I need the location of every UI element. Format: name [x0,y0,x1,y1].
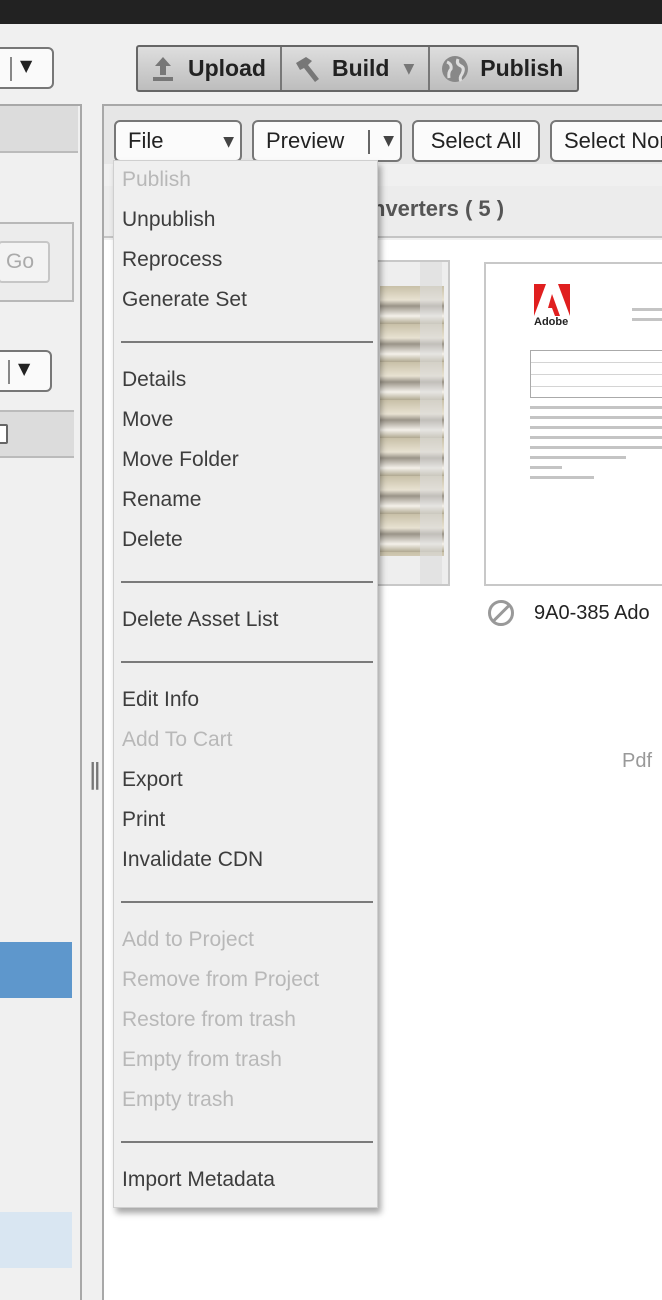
menu-separator [121,341,373,343]
pdf-thumbnail[interactable]: Adobe [484,262,662,586]
publish-button[interactable]: Publish [428,47,577,90]
menu-separator [121,1141,373,1143]
file-menu-label: File [128,128,164,153]
globe-icon [440,54,470,84]
menu-item-details[interactable]: Details [122,368,186,392]
dropdown-separator [8,360,10,384]
search-box: Go [0,222,74,302]
menu-item-move-folder[interactable]: Move Folder [122,448,239,472]
filter-dropdown[interactable]: ▼ [0,350,52,392]
menu-item-add-to-cart: Add To Cart [122,728,233,751]
preview-label: Preview [266,128,345,153]
menu-separator [121,581,373,583]
unpublished-icon [488,600,514,626]
menu-item-unpublish[interactable]: Unpublish [122,208,215,232]
doc-body-text [530,406,662,486]
chevron-down-icon[interactable]: ▼ [18,359,30,378]
hammer-icon [292,54,322,84]
menu-item-import-metadata[interactable]: Import Metadata [122,1168,275,1192]
chevron-down-icon[interactable]: ▼ [383,133,394,149]
menu-item-edit-info[interactable]: Edit Info [122,688,199,712]
menu-item-empty-from-trash: Empty from trash [122,1048,282,1071]
build-button[interactable]: Build ▼ [279,47,428,90]
adobe-logo-text: Adobe [534,316,569,328]
menu-item-generate-set[interactable]: Generate Set [122,288,247,312]
upload-button[interactable]: Upload [138,47,280,90]
thumbnail-overlay [420,262,442,584]
asset-caption: 9A0-385 Ado [484,596,662,636]
chevron-down-icon: ▼ [223,134,234,150]
preview-button[interactable]: Preview ▼ [252,120,402,162]
panel-resize-handle[interactable]: ‖ [88,758,102,790]
main-toolbar: Upload Build ▼ Publish [136,45,580,92]
tree-header [0,410,74,458]
build-label: Build [331,55,390,81]
menu-separator [121,901,373,903]
select-none-button[interactable]: Select Nor [550,120,662,162]
menu-item-reprocess[interactable]: Reprocess [122,248,222,272]
upload-icon [148,54,178,84]
left-pane: ▼ Go ▼ [0,24,82,1300]
go-button[interactable]: Go [0,241,50,283]
menu-item-export[interactable]: Export [122,768,183,792]
left-pane-panel: Go ▼ [0,104,82,1300]
publish-label: Publish [480,55,564,81]
select-all-button[interactable]: Select All [412,120,540,162]
asset-name[interactable]: 9A0-385 Ado [534,602,650,625]
menu-item-move[interactable]: Move [122,408,173,432]
doc-header-lines [632,308,662,328]
file-dropdown-menu: Publish Unpublish Reprocess Generate Set Det… [113,160,378,1208]
menu-separator [121,661,373,663]
menu-item-print[interactable]: Print [122,808,165,832]
menu-item-empty-trash: Empty trash [122,1088,235,1111]
menu-item-rename[interactable]: Rename [122,488,201,512]
menu-item-delete[interactable]: Delete [122,528,183,552]
left-pane-dropdown[interactable]: ▼ [0,47,54,89]
asset-type: Pdf [622,750,653,772]
dropdown-separator [10,57,12,81]
asset-thumbnail[interactable] [376,260,450,586]
action-bar: File ▼ Preview ▼ Select All Select Nor [104,106,662,164]
chevron-down-icon: ▼ [403,60,415,77]
menu-item-delete-asset-list[interactable]: Delete Asset List [122,608,278,632]
menu-item-publish: Publish [122,168,191,191]
left-pane-header [0,106,78,153]
window-top-bar [0,0,662,24]
chevron-down-icon[interactable]: ▼ [20,56,32,75]
adobe-logo-icon [534,284,570,316]
menu-item-remove-from-project: Remove from Project [122,968,320,991]
file-menu-button[interactable]: File ▼ [114,120,242,162]
select-checkbox[interactable] [0,424,8,444]
folder-title: nverters ( 5 ) [372,196,505,221]
menu-item-invalidate-cdn[interactable]: Invalidate CDN [122,848,263,872]
menu-item-add-to-project: Add to Project [122,928,254,951]
doc-table [530,350,662,398]
upload-label: Upload [188,55,266,81]
split-separator [368,130,370,154]
tree-item-selected[interactable] [0,942,72,998]
menu-item-restore-from-trash: Restore from trash [122,1008,296,1031]
tree-item-highlighted[interactable] [0,1212,72,1268]
